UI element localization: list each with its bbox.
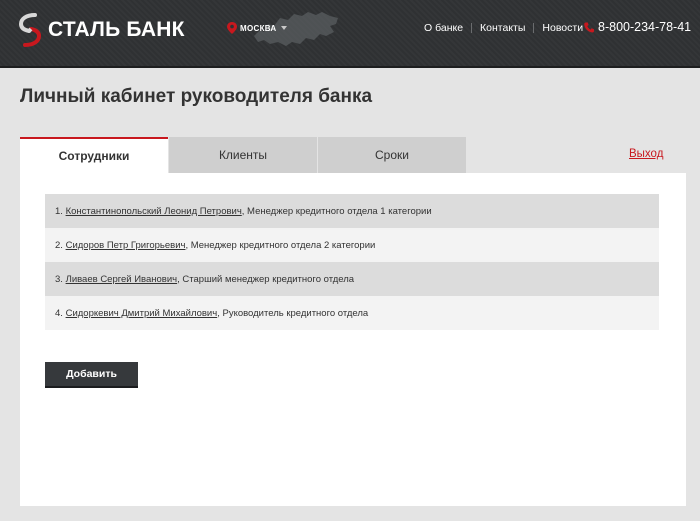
location-pin-icon [227,22,237,34]
row-number: 4. [55,307,63,319]
nav-divider [471,23,473,33]
nav-divider [533,23,535,33]
row-number: 2. [55,239,63,251]
city-selector[interactable]: МОСКВА [227,22,287,34]
city-label: МОСКВА [240,23,277,33]
employee-name-link[interactable]: Сидоркевич Дмитрий Михайлович [66,308,218,319]
nav-about[interactable]: О банке [424,22,463,34]
list-item: 3. Ливаев Сергей Иванович, Старший менед… [45,262,659,296]
nav-news[interactable]: Новости [542,22,583,34]
list-item: 4. Сидоркевич Дмитрий Михайлович, Руково… [45,296,659,330]
phone-number: 8-800-234-78-41 [598,20,692,34]
list-item: 2. Сидоров Петр Григорьевич, Менеджер кр… [45,228,659,262]
add-button[interactable]: Добавить [45,362,138,388]
row-number: 1. [55,205,63,217]
logo-text: СТАЛЬ БАНК [48,18,185,41]
tab-employees[interactable]: Сотрудники [20,137,168,173]
employee-name-link[interactable]: Ливаев Сергей Иванович [66,274,178,285]
employee-role: , Менеджер кредитного отдела 2 категории [185,239,376,251]
row-number: 3. [55,273,63,285]
content-panel: 1. Константинопольский Леонид Петрович, … [20,173,686,506]
logout-link[interactable]: Выход [629,148,663,160]
list-item: 1. Константинопольский Леонид Петрович, … [45,194,659,228]
employee-role: , Старший менеджер кредитного отдела [177,273,355,285]
employee-list: 1. Константинопольский Леонид Петрович, … [45,194,659,330]
employee-name-link[interactable]: Константинопольский Леонид Петрович [66,206,242,217]
tab-bar: Сотрудники Клиенты Сроки [20,137,467,173]
page-title: Личный кабинет руководителя банка [20,86,373,107]
phone-icon [584,22,594,33]
employee-role: , Менеджер кредитного отдела 1 категории [241,205,432,217]
employee-name-link[interactable]: Сидоров Петр Григорьевич [66,240,186,251]
site-header: СТАЛЬ БАНК МОСКВА О банке Контакты Новос… [0,0,700,68]
logo-icon [18,13,42,47]
tab-terms[interactable]: Сроки [318,137,466,173]
top-nav: О банке Контакты Новости [424,22,583,34]
employee-role: , Руководитель кредитного отдела [217,307,369,319]
chevron-down-icon [280,26,287,30]
logo[interactable]: СТАЛЬ БАНК [18,12,185,48]
nav-contacts[interactable]: Контакты [480,22,525,34]
tab-clients[interactable]: Клиенты [169,137,317,173]
phone-contact[interactable]: 8-800-234-78-41 [584,20,691,34]
